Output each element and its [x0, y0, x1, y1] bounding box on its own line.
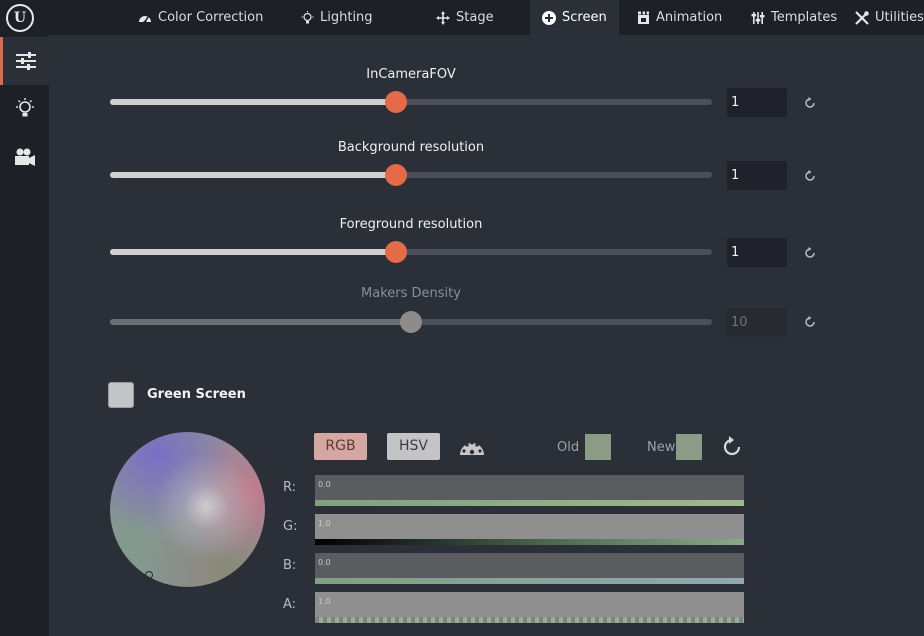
channel-label-r: R:: [283, 480, 297, 495]
slider-label-background-resolution: Background resolution: [337, 140, 485, 155]
slider-label-foreground-resolution: Foreground resolution: [339, 217, 483, 232]
sidebar-item-lighting[interactable]: [0, 85, 49, 133]
tab-templates[interactable]: Templates: [751, 0, 837, 35]
color-wheel[interactable]: [110, 432, 265, 587]
lightbulb-icon: [301, 10, 314, 23]
tab-animation[interactable]: Animation: [637, 0, 722, 35]
old-color-label: Old: [557, 440, 580, 455]
slider-makers-density[interactable]: [110, 311, 712, 333]
incamerafov-value-field[interactable]: 1: [727, 88, 787, 117]
tab-stage[interactable]: Stage: [436, 0, 494, 35]
channel-g-value: 1.0: [318, 519, 331, 528]
slider-foreground-resolution[interactable]: [110, 241, 712, 263]
channel-a-value: 1.0: [318, 597, 331, 606]
channel-b-input[interactable]: 0.0: [315, 553, 744, 578]
slider-incamerafov[interactable]: [110, 91, 712, 113]
lightbulb-icon: [15, 98, 34, 117]
sidebar-item-camera[interactable]: [0, 133, 49, 181]
sliders-icon: [751, 11, 765, 24]
tab-label: Color Correction: [158, 10, 264, 25]
gauge-icon[interactable]: [459, 437, 485, 457]
slider-label-incamerafov: InCameraFOV: [366, 67, 456, 82]
slider-handle[interactable]: [384, 91, 407, 113]
tab-label: Stage: [456, 10, 494, 25]
reset-icon[interactable]: [803, 315, 817, 329]
color-wheel-picker-handle[interactable]: [145, 571, 153, 579]
old-color-swatch: [585, 434, 611, 460]
gauge-icon: [139, 15, 151, 23]
channel-g-gradient: [315, 539, 744, 545]
slider-fill: [110, 172, 396, 178]
slider-fill: [110, 319, 411, 325]
tab-label: Templates: [771, 10, 838, 25]
sliders-icon: [16, 52, 36, 70]
foreground-resolution-value-field[interactable]: 1: [727, 238, 787, 267]
left-sidebar: [0, 35, 49, 636]
slider-fill: [110, 99, 396, 105]
hsv-mode-button[interactable]: HSV: [387, 433, 440, 460]
slider-handle[interactable]: [400, 311, 422, 333]
background-resolution-value-field[interactable]: 1: [727, 161, 787, 190]
channel-r-value: 0.0: [318, 480, 331, 489]
top-menu-bar: U Color Correction Lighting Stage Screen…: [0, 0, 924, 35]
slider-background-resolution[interactable]: [110, 164, 712, 186]
reset-icon[interactable]: [803, 169, 817, 183]
channel-a-input[interactable]: 1.0: [315, 592, 744, 617]
plus-circle-icon: [542, 10, 556, 25]
new-color-label: New: [647, 440, 676, 455]
slider-fill: [110, 249, 396, 255]
channel-b-value: 0.0: [318, 558, 331, 567]
clapper-icon: [638, 11, 649, 24]
slider-handle[interactable]: [384, 241, 407, 263]
tab-utilities[interactable]: Utilities: [855, 0, 924, 35]
camera-icon: [14, 148, 35, 166]
rgb-mode-button[interactable]: RGB: [314, 433, 367, 460]
channel-b-gradient: [315, 578, 744, 584]
tab-screen[interactable]: Screen: [530, 0, 619, 35]
tab-label: Lighting: [320, 10, 373, 25]
unreal-logo: U: [6, 4, 34, 32]
sidebar-item-settings[interactable]: [0, 37, 49, 85]
tab-color-correction[interactable]: Color Correction: [138, 0, 263, 35]
slider-label-makers-density: Makers Density: [361, 286, 461, 301]
channel-r-input[interactable]: 0.0: [315, 475, 744, 500]
makers-density-value-field[interactable]: 10: [727, 308, 787, 337]
tab-label: Animation: [656, 10, 723, 25]
tab-lighting[interactable]: Lighting: [301, 0, 373, 35]
channel-a-gradient: [315, 617, 744, 623]
tab-label: Utilities: [875, 10, 924, 25]
reset-icon[interactable]: [803, 246, 817, 260]
move-icon: [436, 10, 450, 25]
channel-r-gradient: [315, 500, 744, 506]
new-color-swatch: [676, 434, 702, 460]
channel-g-input[interactable]: 1.0: [315, 514, 744, 539]
slider-handle[interactable]: [384, 164, 407, 186]
channel-label-a: A:: [283, 597, 297, 612]
green-screen-checkbox[interactable]: [108, 382, 134, 408]
channel-label-b: B:: [283, 558, 297, 573]
tab-label: Screen: [562, 10, 607, 25]
channel-label-g: G:: [283, 519, 298, 534]
reset-icon[interactable]: [803, 96, 817, 110]
green-screen-label: Green Screen: [147, 387, 246, 402]
tools-icon: [855, 10, 869, 25]
reset-color-icon[interactable]: [721, 436, 743, 458]
